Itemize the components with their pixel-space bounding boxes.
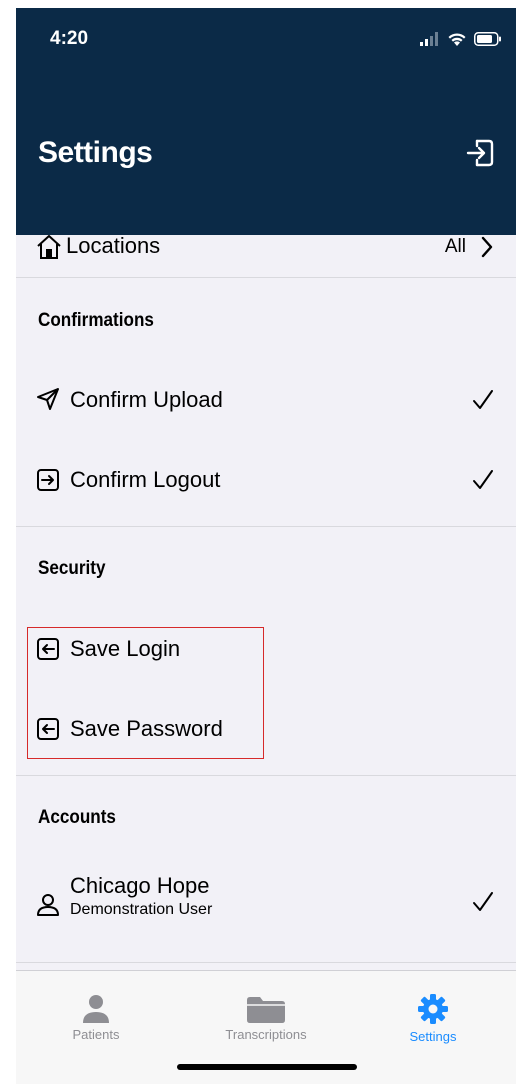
section-title-confirmations: Confirmations [38, 310, 154, 331]
section-title-security: Security [38, 558, 106, 579]
person-icon [83, 995, 109, 1023]
status-time: 4:20 [50, 28, 89, 49]
box-arrow-right-icon [37, 469, 59, 491]
gear-icon [418, 994, 448, 1024]
divider [16, 277, 516, 278]
account-name: Chicago Hope [70, 873, 210, 898]
chevron-right-icon [481, 236, 493, 258]
tab-settings-label: Settings [409, 1029, 457, 1044]
folder-icon [247, 997, 285, 1023]
checkmark-icon [473, 470, 493, 489]
account-row[interactable]: Chicago Hope Demonstration User [16, 863, 516, 939]
signal-icon [420, 32, 438, 46]
tab-transcriptions[interactable]: Transcriptions [206, 971, 326, 1051]
settings-screen: 4:20 Settings Locations All Confirmation… [16, 8, 516, 1084]
battery-icon [474, 32, 501, 46]
header: 4:20 Settings [16, 8, 516, 235]
confirm-upload-row[interactable]: Confirm Upload [16, 375, 516, 425]
confirm-logout-row[interactable]: Confirm Logout [16, 455, 516, 505]
tab-settings[interactable]: Settings [393, 971, 473, 1051]
account-role: Demonstration User [70, 901, 213, 918]
checkmark-icon [473, 390, 493, 409]
settings-list[interactable]: Locations All Confirmations Confirm Uplo… [16, 235, 516, 970]
wifi-icon [448, 32, 466, 46]
locations-label: Locations [66, 235, 161, 258]
status-icons [420, 30, 502, 48]
send-icon [37, 388, 59, 410]
checkmark-icon [473, 892, 493, 911]
confirm-logout-label: Confirm Logout [70, 467, 221, 492]
logout-arrow-icon[interactable] [464, 135, 496, 171]
locations-value: All [444, 236, 466, 257]
tab-patients[interactable]: Patients [56, 971, 136, 1051]
user-icon [37, 894, 59, 916]
home-icon [37, 235, 61, 259]
locations-row[interactable]: Locations All [16, 235, 516, 269]
page-title: Settings [38, 136, 153, 169]
confirm-upload-label: Confirm Upload [70, 387, 223, 412]
divider [16, 962, 516, 963]
divider [16, 775, 516, 776]
home-indicator [177, 1064, 357, 1070]
tab-patients-label: Patients [72, 1027, 120, 1042]
section-title-accounts: Accounts [38, 807, 116, 828]
divider [16, 526, 516, 527]
tab-transcriptions-label: Transcriptions [225, 1027, 307, 1042]
highlight-box [27, 627, 264, 759]
